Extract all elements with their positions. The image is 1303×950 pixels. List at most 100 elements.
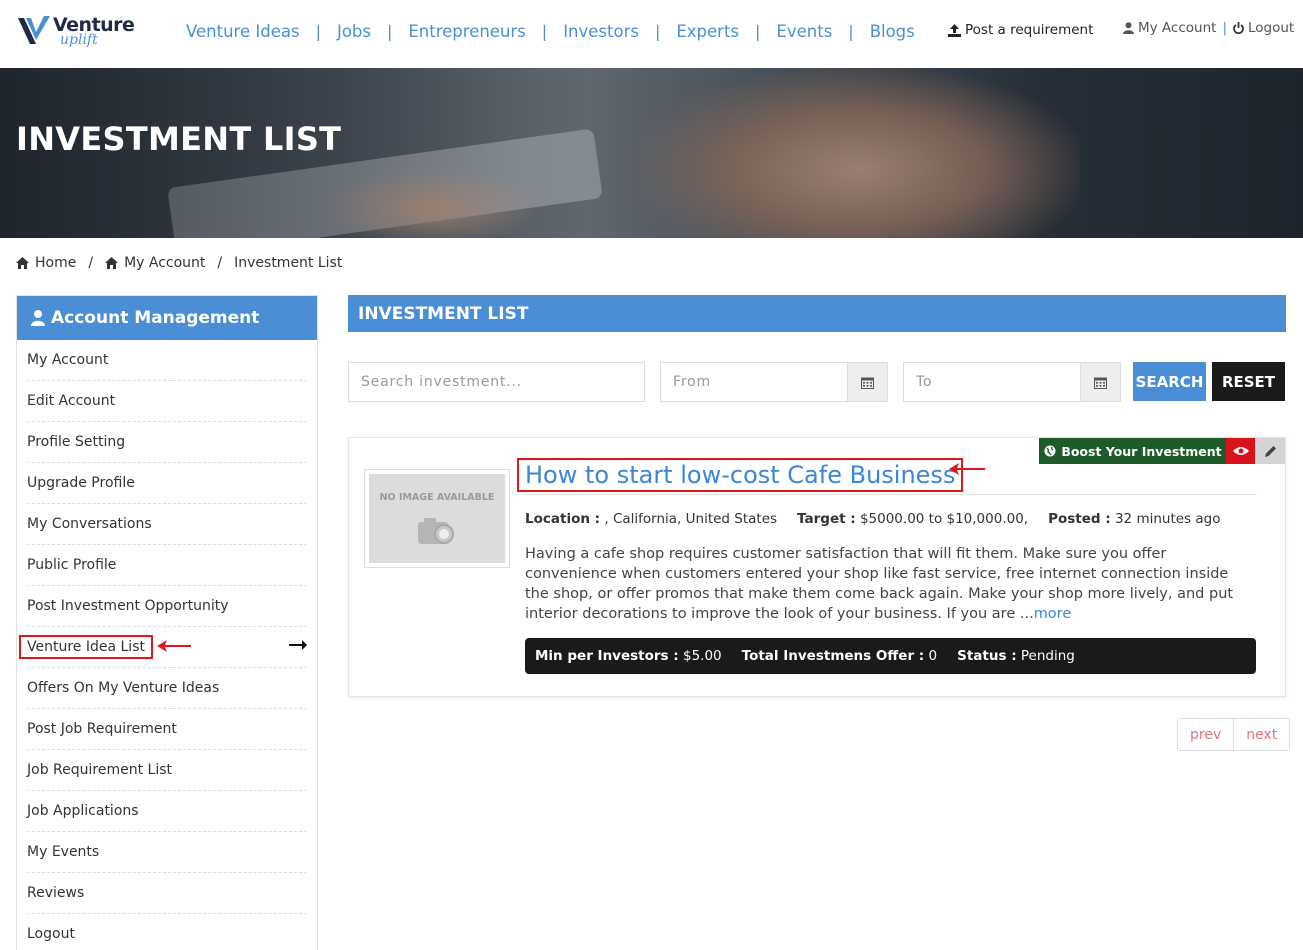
nav-separator: |	[315, 21, 321, 41]
sidebar-item-label: Post Investment Opportunity	[27, 598, 229, 614]
sidebar-item-label: My Conversations	[27, 516, 152, 532]
min-value: $5.00	[683, 648, 722, 664]
boost-investment-button[interactable]: Boost Your Investment	[1039, 438, 1227, 464]
sidebar-title: Account Management	[51, 308, 260, 328]
sidebar-item-label: Offers On My Venture Ideas	[27, 680, 220, 696]
nav-jobs[interactable]: Jobs	[337, 22, 371, 41]
sidebar-item-reviews[interactable]: Reviews	[27, 873, 307, 914]
post-requirement-label: Post a requirement	[965, 22, 1094, 38]
sidebar-item-edit-account[interactable]: Edit Account	[27, 381, 307, 422]
sidebar-item-my-account[interactable]: My Account	[27, 340, 307, 381]
nav-investors[interactable]: Investors	[563, 22, 639, 41]
breadcrumb-home[interactable]: Home	[35, 255, 76, 271]
sidebar-item-job-applications[interactable]: Job Applications	[27, 791, 307, 832]
sidebar-header: Account Management	[17, 296, 317, 340]
read-more-link[interactable]: more	[1034, 606, 1072, 622]
logout-link[interactable]: Logout	[1248, 20, 1294, 36]
title-divider	[525, 494, 1257, 495]
sidebar-item-public-profile[interactable]: Public Profile	[27, 545, 307, 586]
search-button[interactable]: SEARCH	[1133, 362, 1206, 401]
breadcrumb-separator: /	[88, 255, 94, 271]
no-image-text: NO IMAGE AVAILABLE	[379, 492, 495, 503]
eye-icon	[1232, 447, 1249, 455]
hero-title: INVESTMENT LIST	[16, 120, 342, 158]
upload-icon	[948, 23, 961, 37]
site-logo[interactable]: Venture uplift	[16, 12, 135, 52]
breadcrumb-separator: /	[217, 255, 223, 271]
sidebar-item-upgrade-profile[interactable]: Upgrade Profile	[27, 463, 307, 504]
nav-separator: |	[848, 21, 854, 41]
posted-value: 32 minutes ago	[1114, 511, 1221, 527]
user-icon	[1123, 22, 1134, 34]
posted-label: Posted :	[1048, 511, 1111, 527]
listing-title-link[interactable]: How to start low-cost Cafe Business	[525, 461, 955, 489]
listing-stats-bar: Min per Investors : $5.00 Total Investme…	[525, 638, 1256, 674]
min-label: Min per Investors :	[535, 648, 679, 664]
listing-title-highlight: How to start low-cost Cafe Business	[517, 458, 964, 492]
sidebar-item-venture-idea-list[interactable]: Venture Idea List	[19, 627, 307, 668]
home-icon	[105, 257, 119, 269]
from-date-input[interactable]: From	[661, 363, 847, 401]
sidebar-item-offers-on-my-venture-ideas[interactable]: Offers On My Venture Ideas	[27, 668, 307, 709]
prev-page-button[interactable]: prev	[1178, 719, 1233, 750]
pagination: prev next	[1177, 718, 1291, 751]
boost-label: Boost Your Investment	[1061, 443, 1222, 459]
account-links: My Account | Logout	[1123, 20, 1294, 36]
sidebar-item-job-requirement-list[interactable]: Job Requirement List	[27, 750, 307, 791]
logo-mark-icon	[18, 16, 50, 44]
account-divider: |	[1222, 20, 1227, 36]
sidebar-item-label: Post Job Requirement	[27, 721, 177, 737]
next-page-button[interactable]: next	[1233, 719, 1289, 750]
nav-events[interactable]: Events	[776, 22, 832, 41]
breadcrumb-current: Investment List	[234, 255, 343, 271]
sidebar-item-my-events[interactable]: My Events	[27, 832, 307, 873]
red-arrow-annotation-icon	[949, 463, 985, 475]
listing-description: Having a cafe shop requires customer sat…	[525, 544, 1255, 624]
sidebar-item-label: My Events	[27, 844, 100, 860]
sidebar-item-label: Profile Setting	[27, 434, 126, 450]
nav-experts[interactable]: Experts	[676, 22, 739, 41]
sidebar-item-profile-setting[interactable]: Profile Setting	[27, 422, 307, 463]
search-input[interactable]: Search investment...	[348, 362, 645, 402]
nav-blogs[interactable]: Blogs	[870, 22, 915, 41]
no-image-placeholder: NO IMAGE AVAILABLE	[369, 474, 505, 563]
nav-separator: |	[386, 21, 393, 41]
sidebar-item-post-job-requirement[interactable]: Post Job Requirement	[27, 709, 307, 750]
from-date-field[interactable]: From	[660, 362, 888, 402]
calendar-icon[interactable]	[847, 363, 887, 401]
user-icon	[31, 310, 45, 326]
arrow-right-icon	[289, 640, 307, 650]
listing-meta: Location : , California, United States T…	[525, 511, 1220, 527]
sidebar-item-label: Upgrade Profile	[27, 475, 135, 491]
sidebar-item-my-conversations[interactable]: My Conversations	[27, 504, 307, 545]
target-meta: Target : $5000.00 to $10,000.00,	[797, 511, 1028, 527]
post-requirement-link[interactable]: Post a requirement	[948, 22, 1093, 38]
location-meta: Location : , California, United States	[525, 511, 777, 527]
to-date-input[interactable]: To	[904, 363, 1080, 401]
sidebar-item-logout[interactable]: Logout	[27, 914, 307, 950]
target-label: Target :	[797, 511, 856, 527]
total-value: 0	[928, 648, 938, 664]
status-label: Status :	[957, 648, 1017, 664]
nav-entrepreneurs[interactable]: Entrepreneurs	[408, 22, 525, 41]
reset-button[interactable]: RESET	[1212, 362, 1285, 401]
to-date-field[interactable]: To	[903, 362, 1121, 402]
description-text: Having a cafe shop requires customer sat…	[525, 546, 1234, 622]
investment-card: Boost Your Investment NO IMAGE AVAILABLE…	[348, 437, 1286, 697]
sidebar-item-label: Logout	[27, 926, 75, 942]
globe-icon	[1044, 445, 1056, 457]
listing-thumbnail[interactable]: NO IMAGE AVAILABLE	[364, 469, 510, 568]
sidebar-item-label: My Account	[27, 352, 109, 368]
pencil-icon	[1264, 445, 1276, 457]
red-arrow-annotation-icon	[157, 640, 191, 652]
nav-venture-ideas[interactable]: Venture Ideas	[186, 22, 300, 41]
sidebar-item-post-investment-opportunity[interactable]: Post Investment Opportunity	[27, 586, 307, 627]
edit-button[interactable]	[1255, 438, 1285, 464]
nav-separator: |	[541, 21, 548, 41]
calendar-icon[interactable]	[1080, 363, 1120, 401]
my-account-link[interactable]: My Account	[1138, 20, 1216, 36]
camera-icon	[418, 518, 454, 544]
breadcrumb-my-account[interactable]: My Account	[124, 255, 205, 271]
main-section-title: INVESTMENT LIST	[348, 295, 1286, 332]
view-button[interactable]	[1226, 438, 1255, 464]
